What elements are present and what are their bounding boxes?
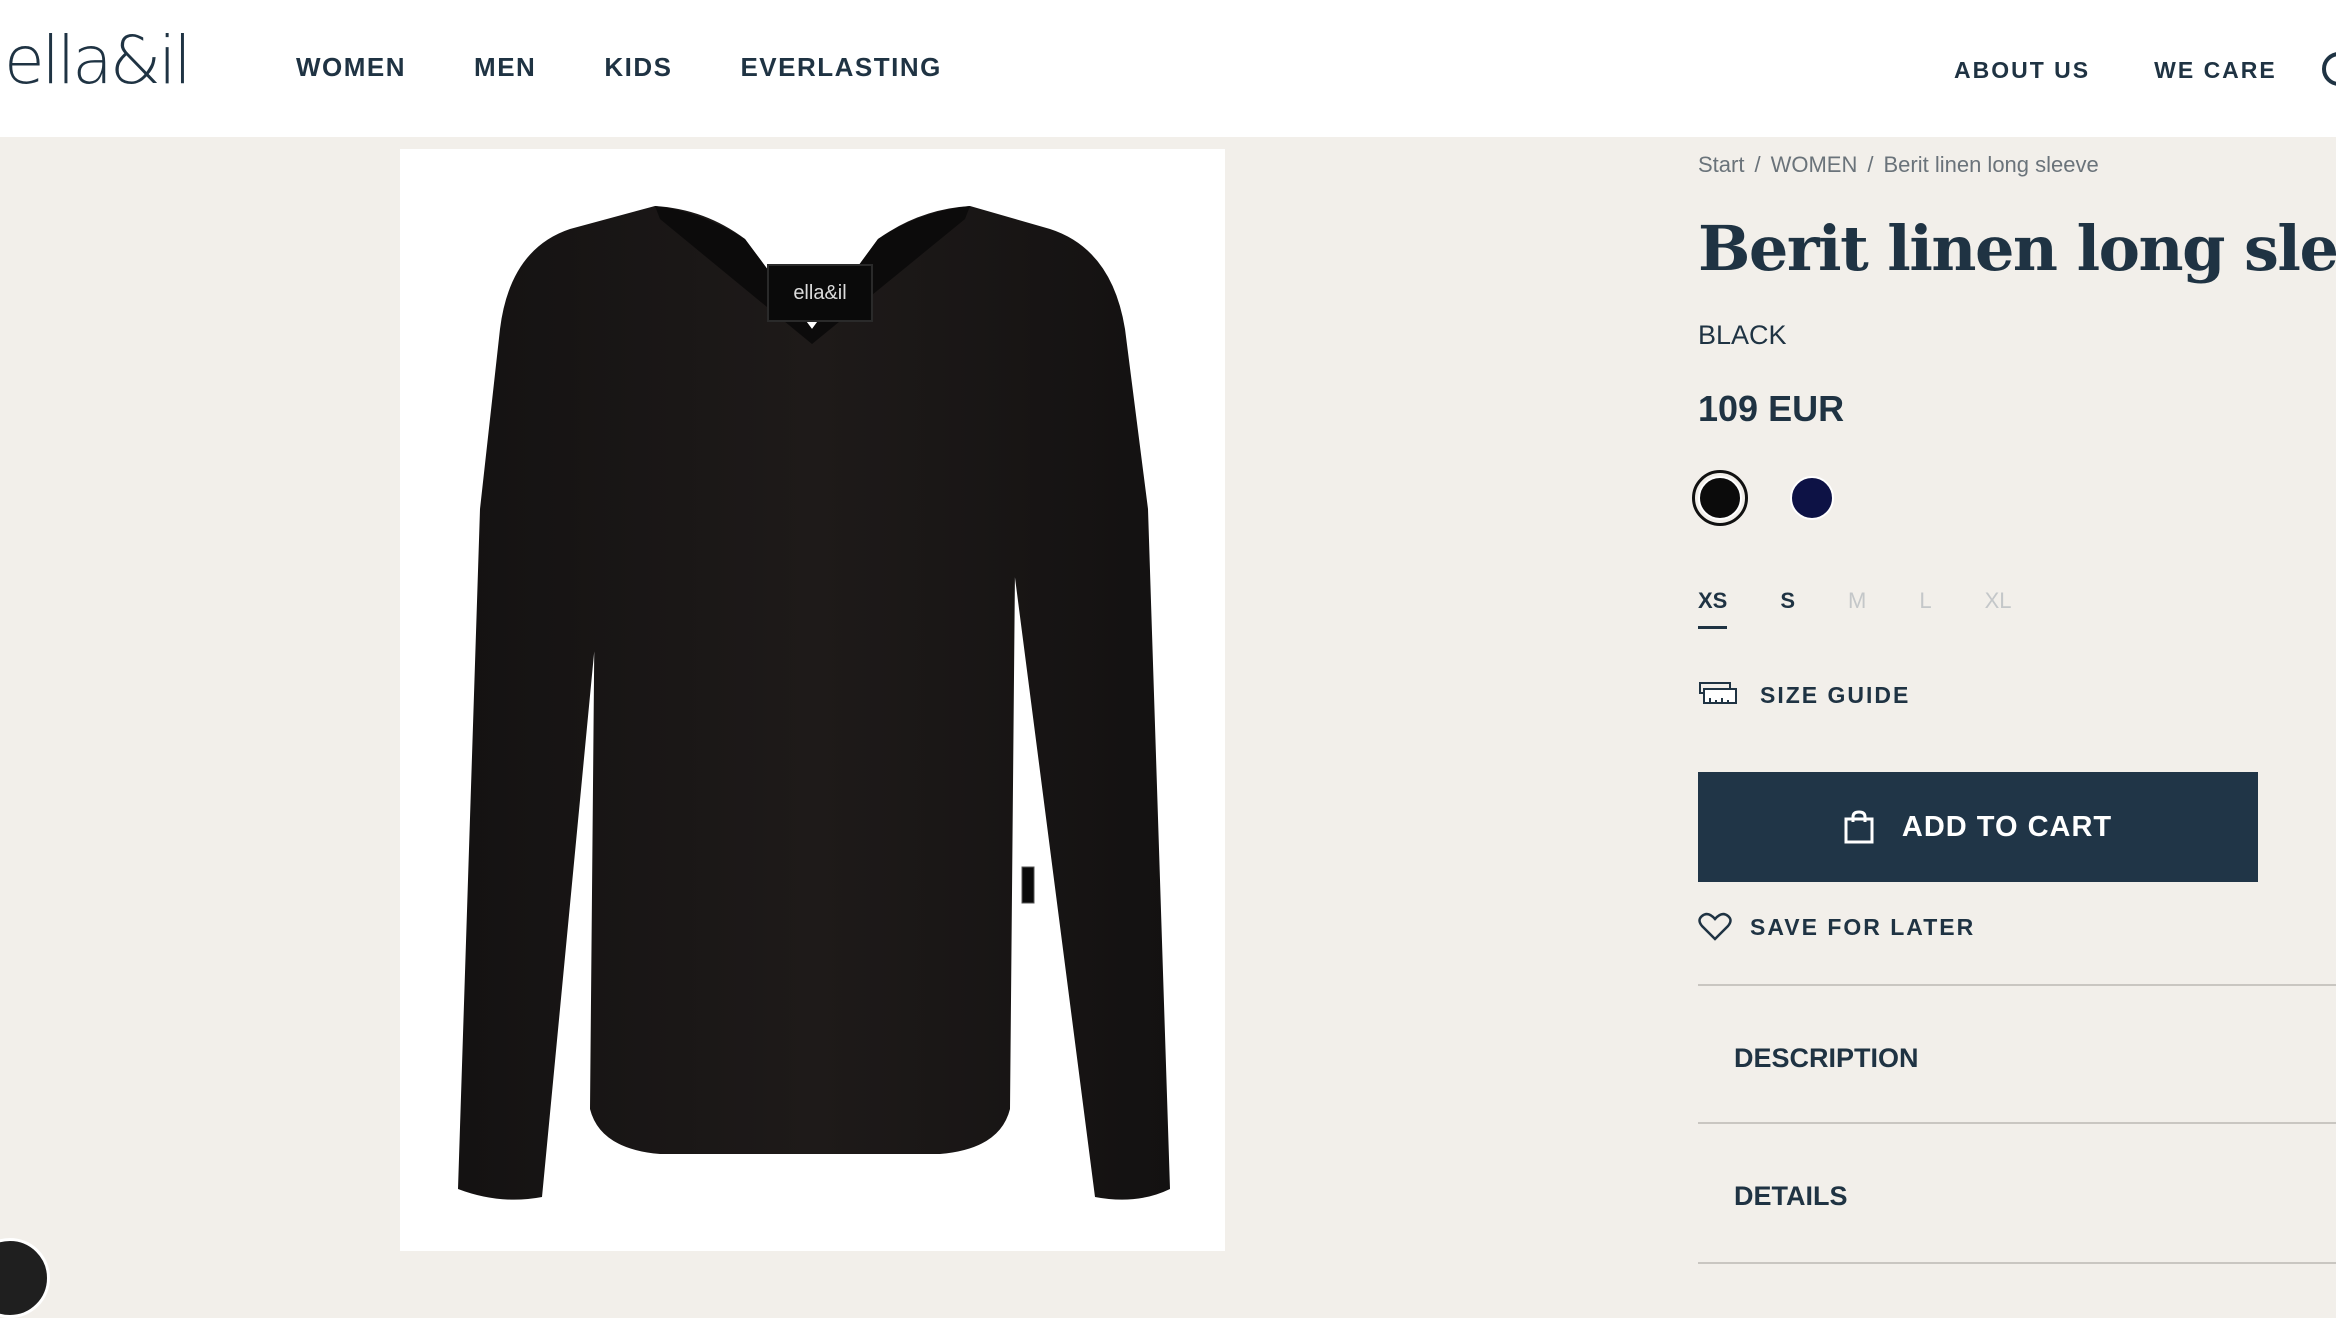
nav-item-kids[interactable]: KIDS: [604, 52, 672, 83]
secondary-nav: ABOUT US WE CARE: [1954, 57, 2277, 84]
size-selector: XS S M L XL: [1698, 588, 2065, 629]
nav-item-about-us[interactable]: ABOUT US: [1954, 57, 2090, 84]
save-for-later-label: SAVE FOR LATER: [1750, 913, 1976, 940]
divider: [1698, 1262, 2336, 1264]
breadcrumb: Start / WOMEN / Berit linen long sleeve: [1698, 152, 2099, 178]
site-header: ella&il WOMEN MEN KIDS EVERLASTING ABOUT…: [0, 0, 2336, 137]
nav-item-everlasting[interactable]: EVERLASTING: [740, 52, 941, 83]
selected-color-name: BLACK: [1698, 320, 1787, 350]
nav-item-men[interactable]: MEN: [474, 52, 536, 83]
size-option-l[interactable]: L: [1919, 588, 1931, 629]
size-guide-link[interactable]: SIZE GUIDE: [1698, 680, 1910, 710]
size-option-xl[interactable]: XL: [1985, 588, 2012, 629]
color-swatches: [1692, 470, 1840, 526]
heart-icon: [1698, 912, 1732, 941]
divider: [1698, 984, 2336, 986]
add-to-cart-button[interactable]: ADD TO CART: [1698, 772, 2258, 882]
color-swatch-navy[interactable]: [1784, 470, 1840, 526]
breadcrumb-current[interactable]: Berit linen long sleeve: [1883, 152, 2098, 178]
product-photo-longsleeve: ella&il: [458, 206, 1170, 1200]
divider: [1698, 1122, 2336, 1124]
breadcrumb-start[interactable]: Start: [1698, 152, 1744, 178]
shopping-bag-icon: [1844, 810, 1874, 844]
size-guide-label: SIZE GUIDE: [1760, 681, 1911, 708]
breadcrumb-separator: /: [1754, 152, 1761, 177]
accordion-description[interactable]: DESCRIPTION: [1698, 990, 2336, 1126]
breadcrumb-women[interactable]: WOMEN: [1771, 152, 1858, 178]
breadcrumb-separator: /: [1867, 152, 1874, 177]
nav-item-we-care[interactable]: WE CARE: [2154, 57, 2277, 84]
swatch-dot: [1790, 476, 1834, 520]
chat-widget-icon[interactable]: [0, 1238, 50, 1318]
size-option-m[interactable]: M: [1848, 588, 1866, 629]
product-price: 109 EUR: [1698, 388, 1845, 429]
size-option-xs[interactable]: XS: [1698, 588, 1728, 629]
save-for-later-link[interactable]: SAVE FOR LATER: [1698, 912, 1975, 942]
product-image[interactable]: ella&il: [400, 149, 1225, 1251]
brand-logo[interactable]: ella&il: [4, 22, 192, 99]
nav-item-women[interactable]: WOMEN: [296, 52, 406, 83]
main-nav: WOMEN MEN KIDS EVERLASTING: [296, 52, 942, 83]
color-swatch-black[interactable]: [1692, 470, 1748, 526]
accordion-details[interactable]: DETAILS: [1698, 1128, 2336, 1264]
product-title: Berit linen long sleeve: [1698, 212, 2336, 285]
neck-label-text: ella&il: [793, 282, 846, 304]
size-option-s[interactable]: S: [1780, 588, 1795, 629]
swatch-dot: [1698, 476, 1742, 520]
ruler-icon: [1699, 682, 1737, 704]
search-icon[interactable]: [2322, 52, 2336, 86]
add-to-cart-label: ADD TO CART: [1901, 810, 2113, 843]
